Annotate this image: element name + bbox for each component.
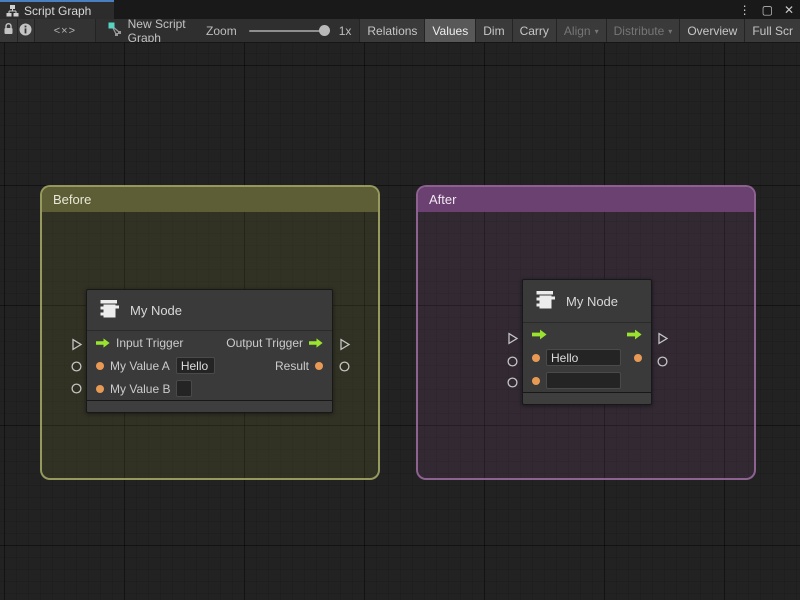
input-trigger-label: Input Trigger: [116, 336, 183, 350]
zoom-label: Zoom: [206, 24, 237, 38]
node-row-trigger: Input Trigger Output Trigger: [87, 331, 332, 354]
value-b-input[interactable]: [546, 372, 621, 389]
zoom-slider[interactable]: [249, 30, 329, 32]
node-after-header[interactable]: My Node: [523, 280, 651, 323]
graph-asset-icon: [108, 22, 122, 39]
flow-port-stub-out[interactable]: [337, 337, 351, 351]
carry-button[interactable]: Carry: [512, 19, 556, 42]
node-row-value-a: Hello: [523, 346, 651, 369]
value-in-icon[interactable]: [532, 377, 540, 385]
new-script-graph-button[interactable]: New Script Graph: [96, 19, 206, 42]
window-controls: ⋮ ▢ ✕: [739, 0, 794, 19]
tab-bar: Script Graph ⋮ ▢ ✕: [0, 0, 800, 19]
node-footer: [523, 392, 651, 404]
node-row-value-a: My Value A Hello Result: [87, 354, 332, 377]
zoom-slider-handle[interactable]: [319, 25, 330, 36]
value-in-icon[interactable]: [96, 362, 104, 370]
node-before-header[interactable]: My Node: [87, 290, 332, 331]
flow-in-icon[interactable]: [96, 338, 110, 348]
overview-button[interactable]: Overview: [679, 19, 744, 42]
value-out-icon[interactable]: [634, 354, 642, 362]
flow-port-stub-out[interactable]: [655, 331, 669, 345]
value-port-stub-in[interactable]: [69, 359, 83, 373]
node-after[interactable]: My Node Hello: [522, 279, 652, 405]
group-after-header[interactable]: After: [418, 187, 754, 212]
new-script-graph-label: New Script Graph: [128, 19, 194, 43]
window-menu-icon[interactable]: ⋮: [739, 4, 751, 16]
node-row-value-b: [523, 369, 651, 392]
value-in-icon[interactable]: [96, 385, 104, 393]
unit-node-icon: [532, 287, 557, 315]
chevron-down-icon: ▾: [668, 27, 672, 36]
graph-hierarchy-icon: [6, 4, 19, 17]
window-close-icon[interactable]: ✕: [784, 4, 794, 16]
dim-label: Dim: [483, 24, 504, 38]
relations-label: Relations: [367, 24, 417, 38]
value-b-label: My Value B: [110, 382, 170, 396]
code-view-button[interactable]: <×>: [35, 19, 96, 42]
value-in-icon[interactable]: [532, 354, 540, 362]
window-maximize-icon[interactable]: ▢: [762, 4, 773, 16]
value-port-stub-in[interactable]: [505, 354, 519, 368]
node-footer: [87, 400, 332, 412]
flow-in-icon[interactable]: [532, 329, 547, 340]
values-label: Values: [432, 24, 468, 38]
code-icon: <×>: [54, 25, 76, 37]
values-button[interactable]: Values: [424, 19, 475, 42]
zoom-value: 1x: [339, 24, 352, 38]
carry-label: Carry: [520, 24, 549, 38]
group-after-label: After: [429, 192, 456, 207]
node-title: My Node: [566, 294, 618, 309]
graph-toolbar: <×> New Script Graph Zoom 1x Relations: [0, 19, 800, 43]
relations-button[interactable]: Relations: [359, 19, 424, 42]
node-before[interactable]: My Node Input Trigger Output Trigger My …: [86, 289, 333, 413]
lock-button[interactable]: [0, 19, 18, 42]
value-port-stub-in[interactable]: [69, 381, 83, 395]
dim-button[interactable]: Dim: [475, 19, 511, 42]
node-title: My Node: [130, 303, 182, 318]
fullscreen-button[interactable]: Full Scr: [744, 19, 800, 42]
value-out-icon[interactable]: [315, 362, 323, 370]
info-icon: [19, 23, 32, 39]
script-graph-window: Script Graph ⋮ ▢ ✕: [0, 0, 800, 600]
fullscreen-label: Full Scr: [752, 24, 793, 38]
flow-out-icon[interactable]: [627, 329, 642, 340]
align-label: Align: [564, 24, 591, 38]
distribute-dropdown[interactable]: Distribute ▾: [606, 19, 680, 42]
output-trigger-label: Output Trigger: [226, 336, 303, 350]
flow-port-stub-in[interactable]: [505, 331, 519, 345]
zoom-control: Zoom 1x: [206, 19, 359, 42]
flow-out-icon[interactable]: [309, 338, 323, 348]
value-port-stub-out[interactable]: [337, 359, 351, 373]
node-row-value-b: My Value B: [87, 377, 332, 400]
distribute-label: Distribute: [614, 24, 665, 38]
node-row-trigger: [523, 323, 651, 346]
value-a-label: My Value A: [110, 359, 170, 373]
lock-icon: [3, 23, 14, 38]
result-label: Result: [275, 359, 309, 373]
value-a-input[interactable]: Hello: [176, 357, 215, 374]
value-port-stub-in[interactable]: [505, 375, 519, 389]
graph-canvas[interactable]: Before After My Nod: [0, 43, 800, 600]
group-before-label: Before: [53, 192, 91, 207]
tab-title: Script Graph: [24, 4, 91, 18]
value-port-stub-out[interactable]: [655, 354, 669, 368]
unit-node-icon: [96, 296, 121, 324]
value-a-input[interactable]: Hello: [546, 349, 621, 366]
info-button[interactable]: [18, 19, 36, 42]
flow-port-stub-in[interactable]: [69, 337, 83, 351]
align-dropdown[interactable]: Align ▾: [556, 19, 606, 42]
value-b-input[interactable]: [176, 380, 192, 397]
overview-label: Overview: [687, 24, 737, 38]
group-before-header[interactable]: Before: [42, 187, 378, 212]
chevron-down-icon: ▾: [595, 27, 599, 36]
tab-script-graph[interactable]: Script Graph: [0, 0, 114, 19]
